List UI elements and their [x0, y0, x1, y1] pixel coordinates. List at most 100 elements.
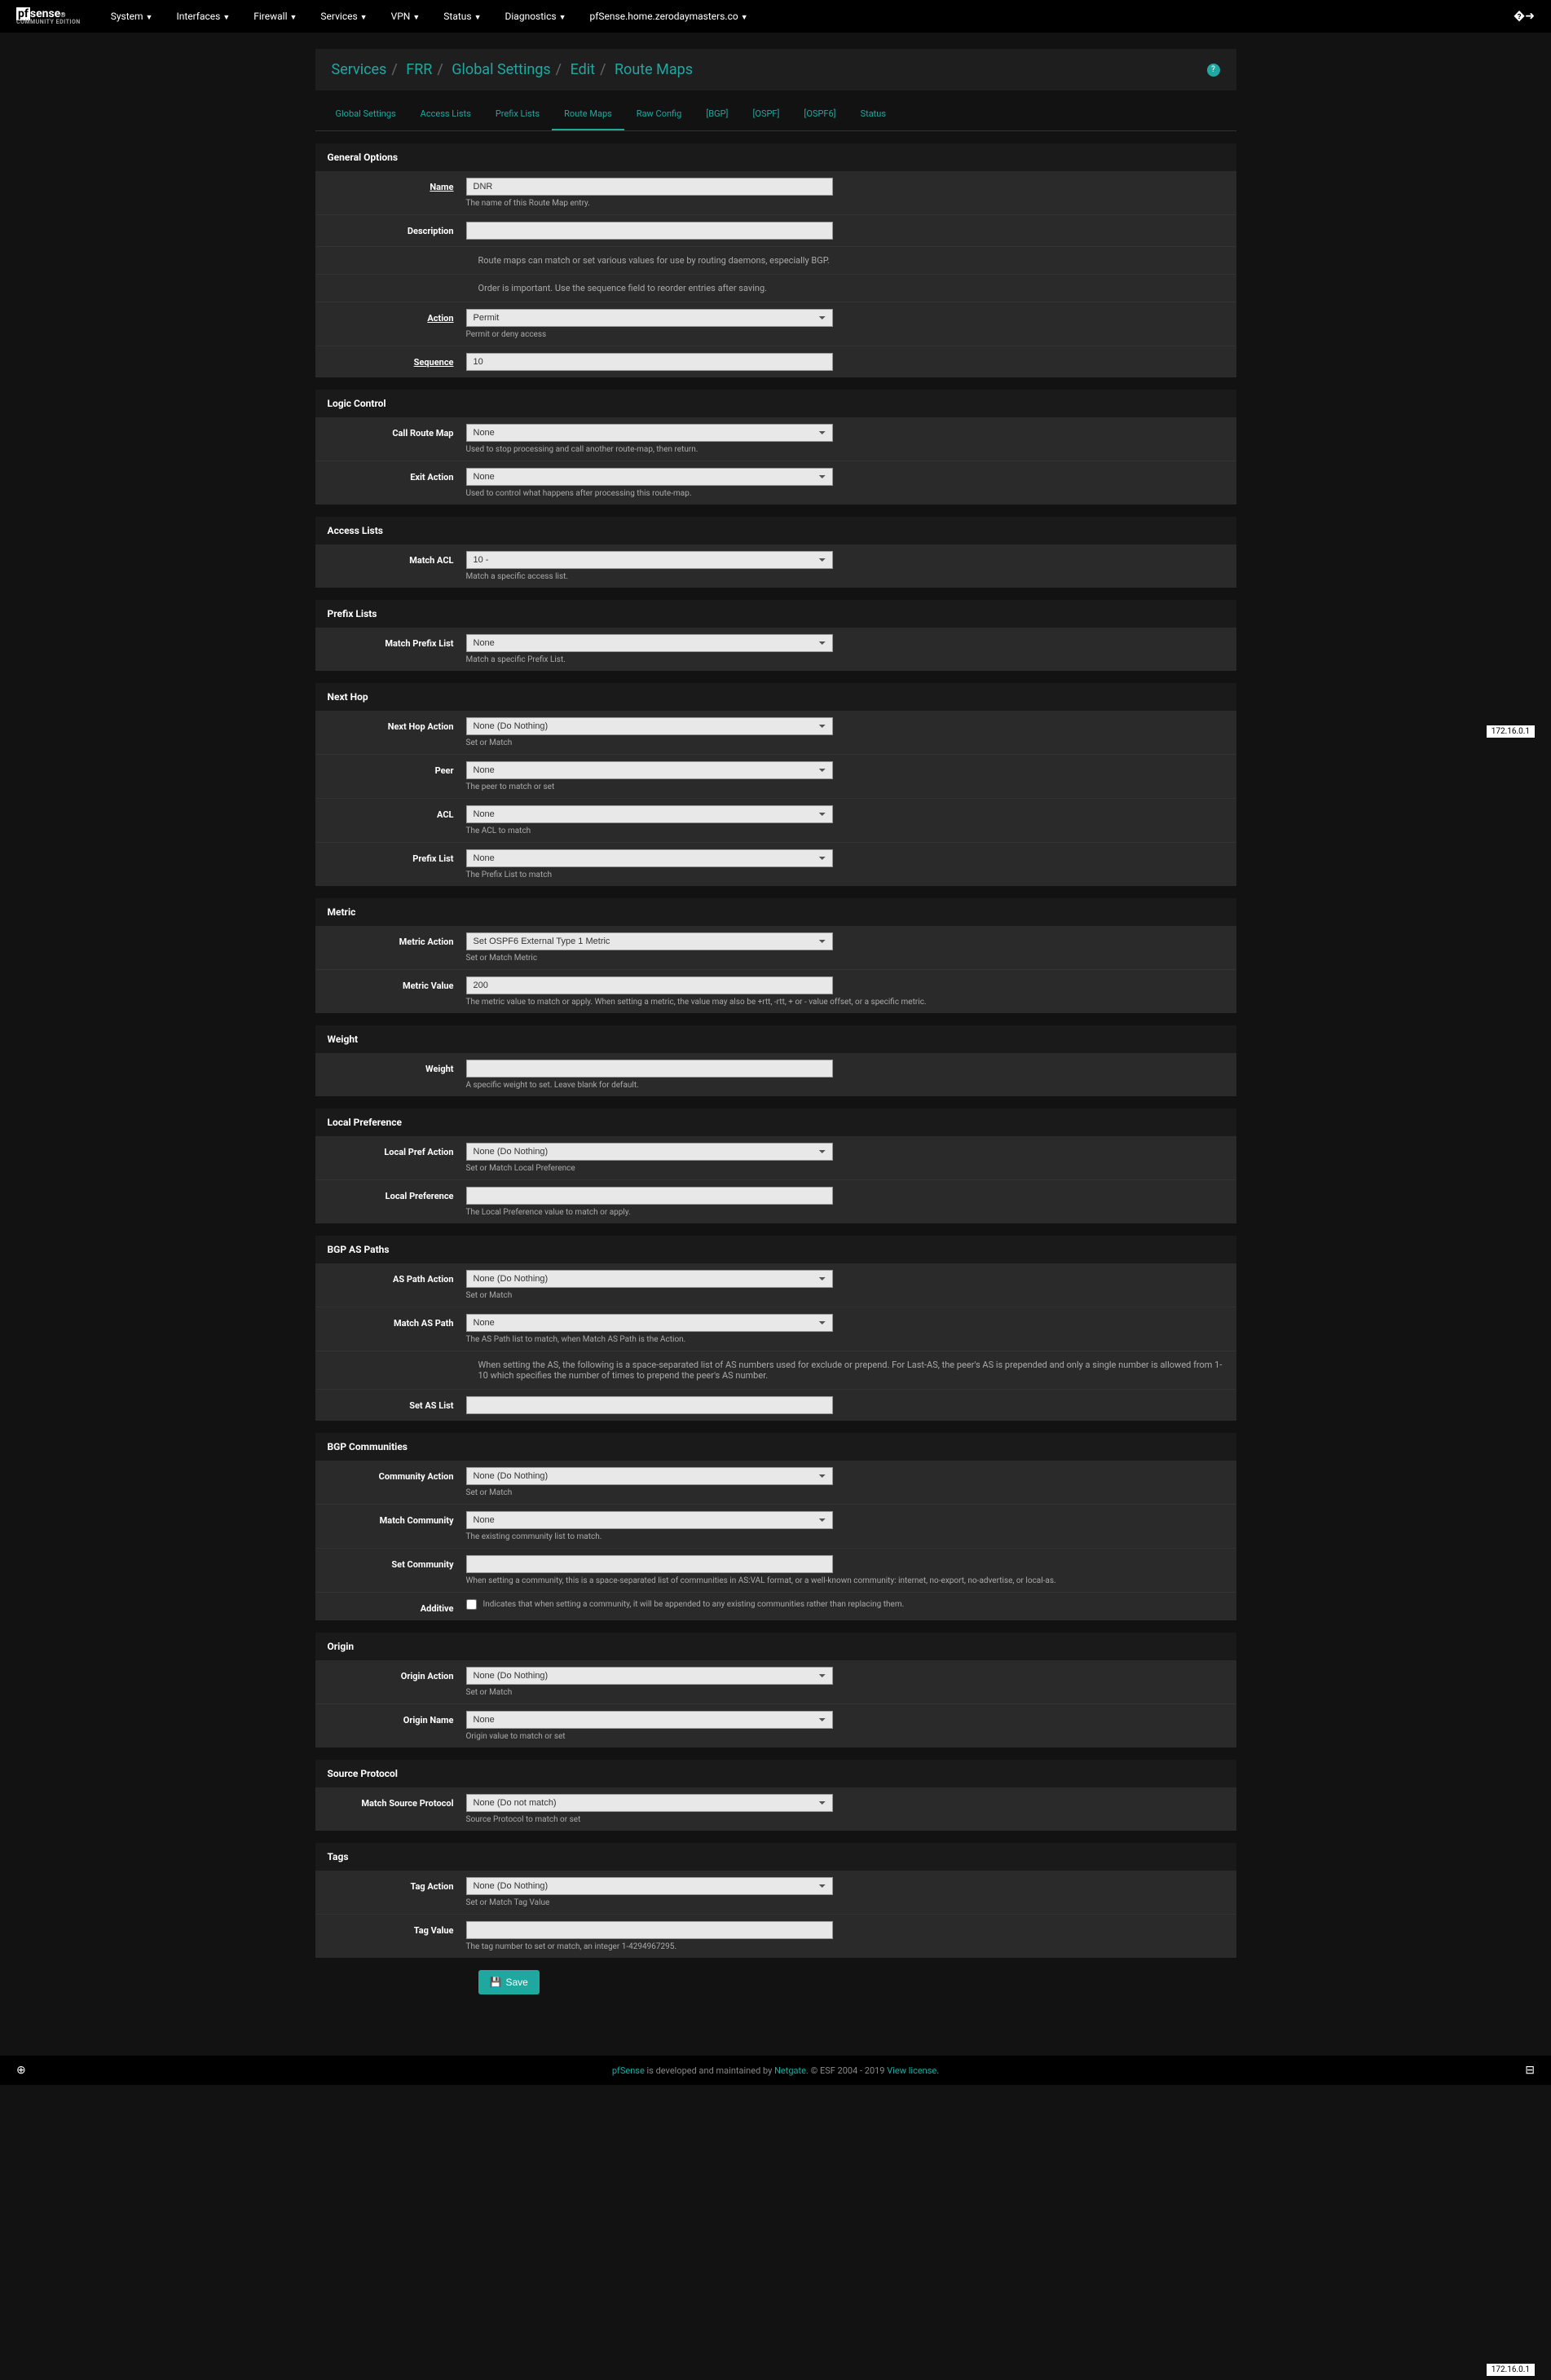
metricvalue-label: Metric Value [328, 976, 466, 1007]
aspathaction-help: Set or Match [466, 1291, 1224, 1300]
additive-checkbox[interactable] [466, 1599, 477, 1610]
nav-status[interactable]: Status▼ [434, 2, 491, 30]
originname-help: Origin value to match or set [466, 1732, 1224, 1741]
commaction-select[interactable]: None (Do Nothing) [466, 1467, 833, 1485]
matchacl-select[interactable]: 10 - [466, 551, 833, 569]
tab-route-maps[interactable]: Route Maps [552, 99, 624, 130]
tab-raw-config[interactable]: Raw Config [624, 99, 694, 130]
desc-input[interactable] [466, 222, 833, 240]
nav-diagnostics[interactable]: Diagnostics▼ [496, 2, 576, 30]
nav-interfaces[interactable]: Interfaces▼ [166, 2, 240, 30]
setcomm-input[interactable] [466, 1555, 833, 1573]
bc-services[interactable]: Services [332, 61, 387, 78]
tagvalue-help: The tag number to set or match, an integ… [466, 1942, 1224, 1951]
nav-system[interactable]: System▼ [101, 2, 163, 30]
additive-label: Additive [328, 1599, 466, 1614]
bc-frr[interactable]: FRR [406, 61, 432, 78]
lpaction-select[interactable]: None (Do Nothing) [466, 1143, 833, 1161]
nav-firewall[interactable]: Firewall▼ [244, 2, 306, 30]
metricvalue-input[interactable] [466, 976, 833, 994]
commaction-help: Set or Match [466, 1488, 1224, 1497]
bc-routemaps[interactable]: Route Maps [615, 61, 693, 78]
setaslist-label: Set AS List [328, 1396, 466, 1414]
originaction-select[interactable]: None (Do Nothing) [466, 1667, 833, 1685]
nhaction-select[interactable]: None (Do Nothing) [466, 717, 833, 735]
section-tags-title: Tags [315, 1843, 1236, 1871]
bc-edit[interactable]: Edit [571, 61, 595, 78]
section-origin-title: Origin [315, 1633, 1236, 1660]
general-info2: Order is important. Use the sequence fie… [315, 275, 1236, 302]
originname-select[interactable]: None [466, 1711, 833, 1729]
tagvalue-label: Tag Value [328, 1921, 466, 1951]
matchprefix-select[interactable]: None [466, 634, 833, 652]
weight-input[interactable] [466, 1060, 833, 1078]
matchacl-help: Match a specific access list. [466, 572, 1224, 581]
section-metric-title: Metric [315, 898, 1236, 926]
nhpl-select[interactable]: None [466, 849, 833, 867]
additive-help: Indicates that when setting a community,… [483, 1600, 905, 1609]
metricvalue-help: The metric value to match or apply. When… [466, 998, 1224, 1007]
call-label: Call Route Map [328, 424, 466, 454]
tab-ospf6[interactable]: [OSPF6] [791, 99, 848, 130]
bc-global[interactable]: Global Settings [452, 61, 550, 78]
lpvalue-input[interactable] [466, 1187, 833, 1205]
brand-logo: pfpfsensesense® COMMUNITY EDITION [16, 8, 81, 25]
peer-label: Peer [328, 761, 466, 791]
save-button[interactable]: 💾Save [478, 1970, 540, 1994]
tab-prefix-lists[interactable]: Prefix Lists [483, 99, 552, 130]
aspathaction-label: AS Path Action [328, 1270, 466, 1300]
nhacl-label: ACL [328, 805, 466, 835]
footer-pfsense-link[interactable]: pfSense [612, 2065, 645, 2076]
originaction-label: Origin Action [328, 1667, 466, 1697]
peer-select[interactable]: None [466, 761, 833, 779]
metricaction-select[interactable]: Set OSPF6 External Type 1 Metric [466, 932, 833, 950]
seq-input[interactable] [466, 353, 833, 371]
setaslist-input[interactable] [466, 1396, 833, 1414]
tab-global-settings[interactable]: Global Settings [324, 99, 408, 130]
matchcomm-help: The existing community list to match. [466, 1532, 1224, 1541]
lpvalue-help: The Local Preference value to match or a… [466, 1208, 1224, 1217]
exit-select[interactable]: None [466, 468, 833, 486]
nav-vpn[interactable]: VPN▼ [381, 2, 430, 30]
tab-access-lists[interactable]: Access Lists [408, 99, 483, 130]
tab-bar: Global Settings Access Lists Prefix List… [315, 99, 1236, 131]
matchcomm-select[interactable]: None [466, 1511, 833, 1529]
matchprefix-help: Match a specific Prefix List. [466, 655, 1224, 664]
section-general-title: General Options [315, 143, 1236, 171]
source-select[interactable]: None (Do not match) [466, 1794, 833, 1812]
tab-ospf[interactable]: [OSPF] [740, 99, 791, 130]
footer-right-icon[interactable]: ⊟ [1525, 2064, 1535, 2077]
matchaspath-select[interactable]: None [466, 1314, 833, 1332]
name-label: Name [328, 178, 466, 208]
action-select[interactable]: Permit [466, 309, 833, 327]
section-acl-title: Access Lists [315, 517, 1236, 544]
aspathaction-select[interactable]: None (Do Nothing) [466, 1270, 833, 1288]
section-logic-title: Logic Control [315, 390, 1236, 417]
exit-help: Used to control what happens after proce… [466, 489, 1224, 498]
footer-left-icon[interactable]: ⊕ [16, 2064, 26, 2077]
seq-label: Sequence [328, 353, 466, 371]
nav-hostname[interactable]: pfSense.home.zerodaymasters.co▼ [579, 2, 757, 30]
section-source-title: Source Protocol [315, 1760, 1236, 1787]
matchprefix-label: Match Prefix List [328, 634, 466, 664]
tagvalue-input[interactable] [466, 1921, 833, 1939]
tab-bgp[interactable]: [BGP] [694, 99, 740, 130]
help-icon[interactable]: ? [1207, 64, 1220, 77]
nav-services[interactable]: Services▼ [311, 2, 377, 30]
footer-netgate-link[interactable]: Netgate. [774, 2065, 809, 2076]
call-select[interactable]: None [466, 424, 833, 442]
breadcrumb: Services/ FRR/ Global Settings/ Edit/ Ro… [315, 49, 1236, 90]
peer-help: The peer to match or set [466, 782, 1224, 791]
matchaspath-label: Match AS Path [328, 1314, 466, 1344]
tagaction-select[interactable]: None (Do Nothing) [466, 1877, 833, 1895]
lpaction-help: Set or Match Local Preference [466, 1164, 1224, 1173]
action-help: Permit or deny access [466, 330, 1224, 339]
matchaspath-help: The AS Path list to match, when Match AS… [466, 1335, 1224, 1344]
setcomm-label: Set Community [328, 1555, 466, 1585]
footer-license-link[interactable]: View license. [887, 2065, 939, 2076]
nhacl-select[interactable]: None [466, 805, 833, 823]
nhacl-help: The ACL to match [466, 826, 1224, 835]
tab-status[interactable]: Status [848, 99, 898, 130]
name-input[interactable] [466, 178, 833, 196]
logout-icon[interactable]: �➜ [1514, 10, 1535, 23]
